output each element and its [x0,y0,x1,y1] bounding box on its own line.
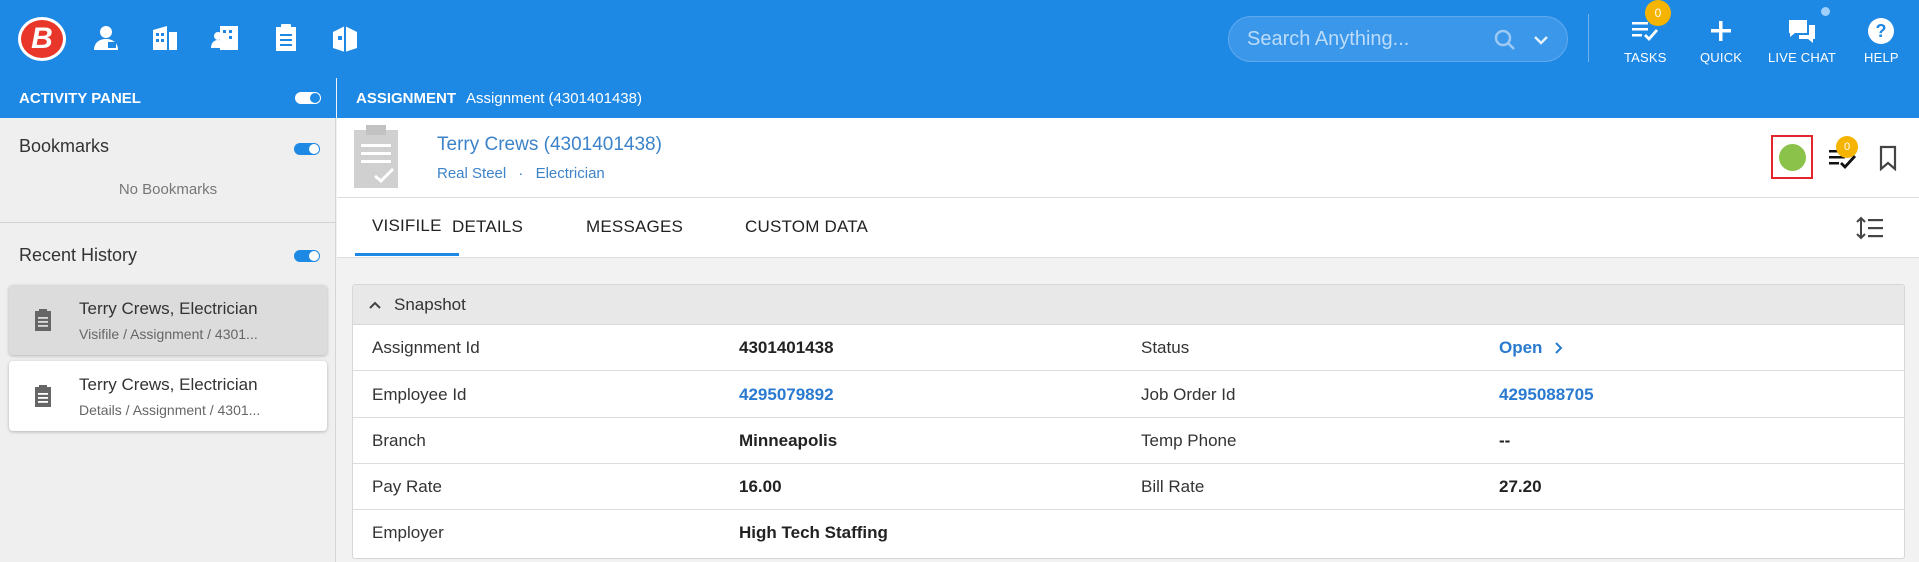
pay-rate-value: 16.00 [739,477,782,496]
field-row: Temp Phone -- [1122,418,1905,464]
tab-details[interactable]: DETAILS [436,198,539,256]
employer-value: High Tech Staffing [739,523,888,542]
employer-label: Employer [372,523,444,542]
bill-rate-value: 27.20 [1499,477,1542,496]
breadcrumb-record: Assignment (4301401438) [466,89,642,107]
snapshot-title: Snapshot [394,294,466,314]
clipboard-icon [35,309,51,331]
help-icon: ? [1868,18,1895,44]
assignment-clipboard-icon [354,125,398,188]
record-subtitle: Real Steel · Electrician [437,165,605,182]
tab-custom-data[interactable]: CUSTOM DATA [729,198,884,256]
field-row: Employer High Tech Staffing [353,510,1122,556]
live-chat-button[interactable]: LIVE CHAT [1768,16,1836,65]
activity-panel-header: ACTIVITY PANEL [0,78,336,118]
record-tabs: VISIFILE DETAILS MESSAGES CUSTOM DATA [337,198,1919,258]
status-indicator-button[interactable] [1771,135,1813,179]
contacts-icon[interactable] [208,20,244,56]
field-row: Employee Id 4295079892 [353,372,1122,418]
top-navigation-bar: B TASKS 0 QUICK LIVE CHAT ? HELP [0,0,1919,78]
pay-rate-label: Pay Rate [372,477,442,496]
history-item-title: Terry Crews, Electrician [79,375,258,394]
record-header: Terry Crews (4301401438) Real Steel · El… [337,118,1919,198]
temp-phone-value: -- [1499,431,1511,450]
field-row: Pay Rate 16.00 [353,464,1122,510]
employee-id-link[interactable]: 4295079892 [739,385,834,405]
record-title-link[interactable]: Terry Crews (4301401438) [437,134,662,156]
company-icon[interactable] [147,20,183,56]
activity-panel-toggle[interactable] [295,92,321,104]
panel-divider [0,222,336,223]
tasks-badge: 0 [1645,0,1671,26]
recent-history-toggle[interactable] [294,250,320,262]
job-order-id-label: Job Order Id [1141,385,1236,404]
no-bookmarks-text: No Bookmarks [118,181,218,198]
temp-phone-label: Temp Phone [1141,431,1237,450]
history-item-title: Terry Crews, Electrician [79,299,258,318]
toggle-knob [310,93,320,103]
global-search [1228,16,1568,62]
chevron-right-icon [1555,342,1563,354]
status-open-link[interactable]: Open [1499,338,1566,358]
field-row: Job Order Id 4295088705 [1122,372,1905,418]
activity-panel: Bookmarks No Bookmarks Recent History Te… [0,118,336,562]
job-order-icon[interactable] [327,20,363,56]
recent-history-item[interactable]: Terry Crews, Electrician Details / Assig… [9,361,327,431]
record-tasks-badge: 0 [1836,136,1858,158]
status-label: Status [1141,338,1190,357]
position-link[interactable]: Electrician [536,165,605,182]
field-row: Bill Rate 27.20 [1122,464,1905,510]
bookmarks-title: Bookmarks [19,136,110,156]
bullhorn-logo[interactable]: B [18,17,66,61]
history-item-subtitle: Details / Assignment / 4301... [79,402,261,418]
chevron-up-icon [369,301,381,309]
activity-panel-title: ACTIVITY PANEL [19,89,141,107]
breadcrumb-section: ASSIGNMENT [356,89,457,107]
branch-label: Branch [372,431,426,450]
search-input[interactable] [1229,27,1479,51]
help-label: HELP [1864,50,1899,65]
tab-messages[interactable]: MESSAGES [570,198,699,256]
history-item-subtitle: Visifile / Assignment / 4301... [79,326,258,342]
assignment-id-label: Assignment Id [372,338,480,357]
svg-text:?: ? [1876,21,1887,41]
branch-value: Minneapolis [739,431,838,450]
plus-icon [1711,21,1732,41]
quick-label: QUICK [1700,50,1743,65]
recent-history-title: Recent History [19,245,138,265]
toggle-knob [309,144,319,154]
job-order-id-link[interactable]: 4295088705 [1499,385,1594,405]
tasks-label: TASKS [1624,50,1667,65]
chevron-down-icon[interactable] [1531,30,1551,50]
help-button[interactable]: ? HELP [1864,16,1899,65]
field-row: Assignment Id 4301401438 [353,325,1122,371]
assignment-icon[interactable] [268,20,304,56]
recent-history-item[interactable]: Terry Crews, Electrician Visifile / Assi… [9,285,327,355]
field-row: Status Open [1122,325,1905,371]
quick-add-button[interactable]: QUICK [1700,16,1742,65]
clipboard-icon [35,385,51,407]
company-link[interactable]: Real Steel [437,165,506,182]
search-icon[interactable] [1493,28,1517,52]
field-row: Branch Minneapolis [353,418,1122,464]
breadcrumb: ASSIGNMENT Assignment (4301401438) [337,78,1919,118]
chat-icon [1789,20,1816,43]
toggle-knob [309,251,319,261]
status-dot [1778,143,1806,171]
toolbar-divider [1588,14,1589,62]
logo-letter: B [31,22,53,55]
bill-rate-label: Bill Rate [1141,477,1205,496]
assignment-id-value: 4301401438 [739,338,834,357]
bookmark-icon[interactable] [1878,145,1898,171]
live-chat-label: LIVE CHAT [1768,50,1837,65]
employee-id-label: Employee Id [372,385,467,404]
snapshot-card: Snapshot Assignment Id 4301401438 Employ… [352,284,1905,559]
snapshot-header[interactable]: Snapshot [353,285,1904,325]
chat-status-dot [1821,7,1830,16]
status-value: Open [1499,338,1543,357]
bookmarks-toggle[interactable] [294,143,320,155]
candidate-icon[interactable] [88,20,124,56]
subtitle-separator: · [518,165,524,182]
row-density-icon[interactable] [1856,215,1884,241]
